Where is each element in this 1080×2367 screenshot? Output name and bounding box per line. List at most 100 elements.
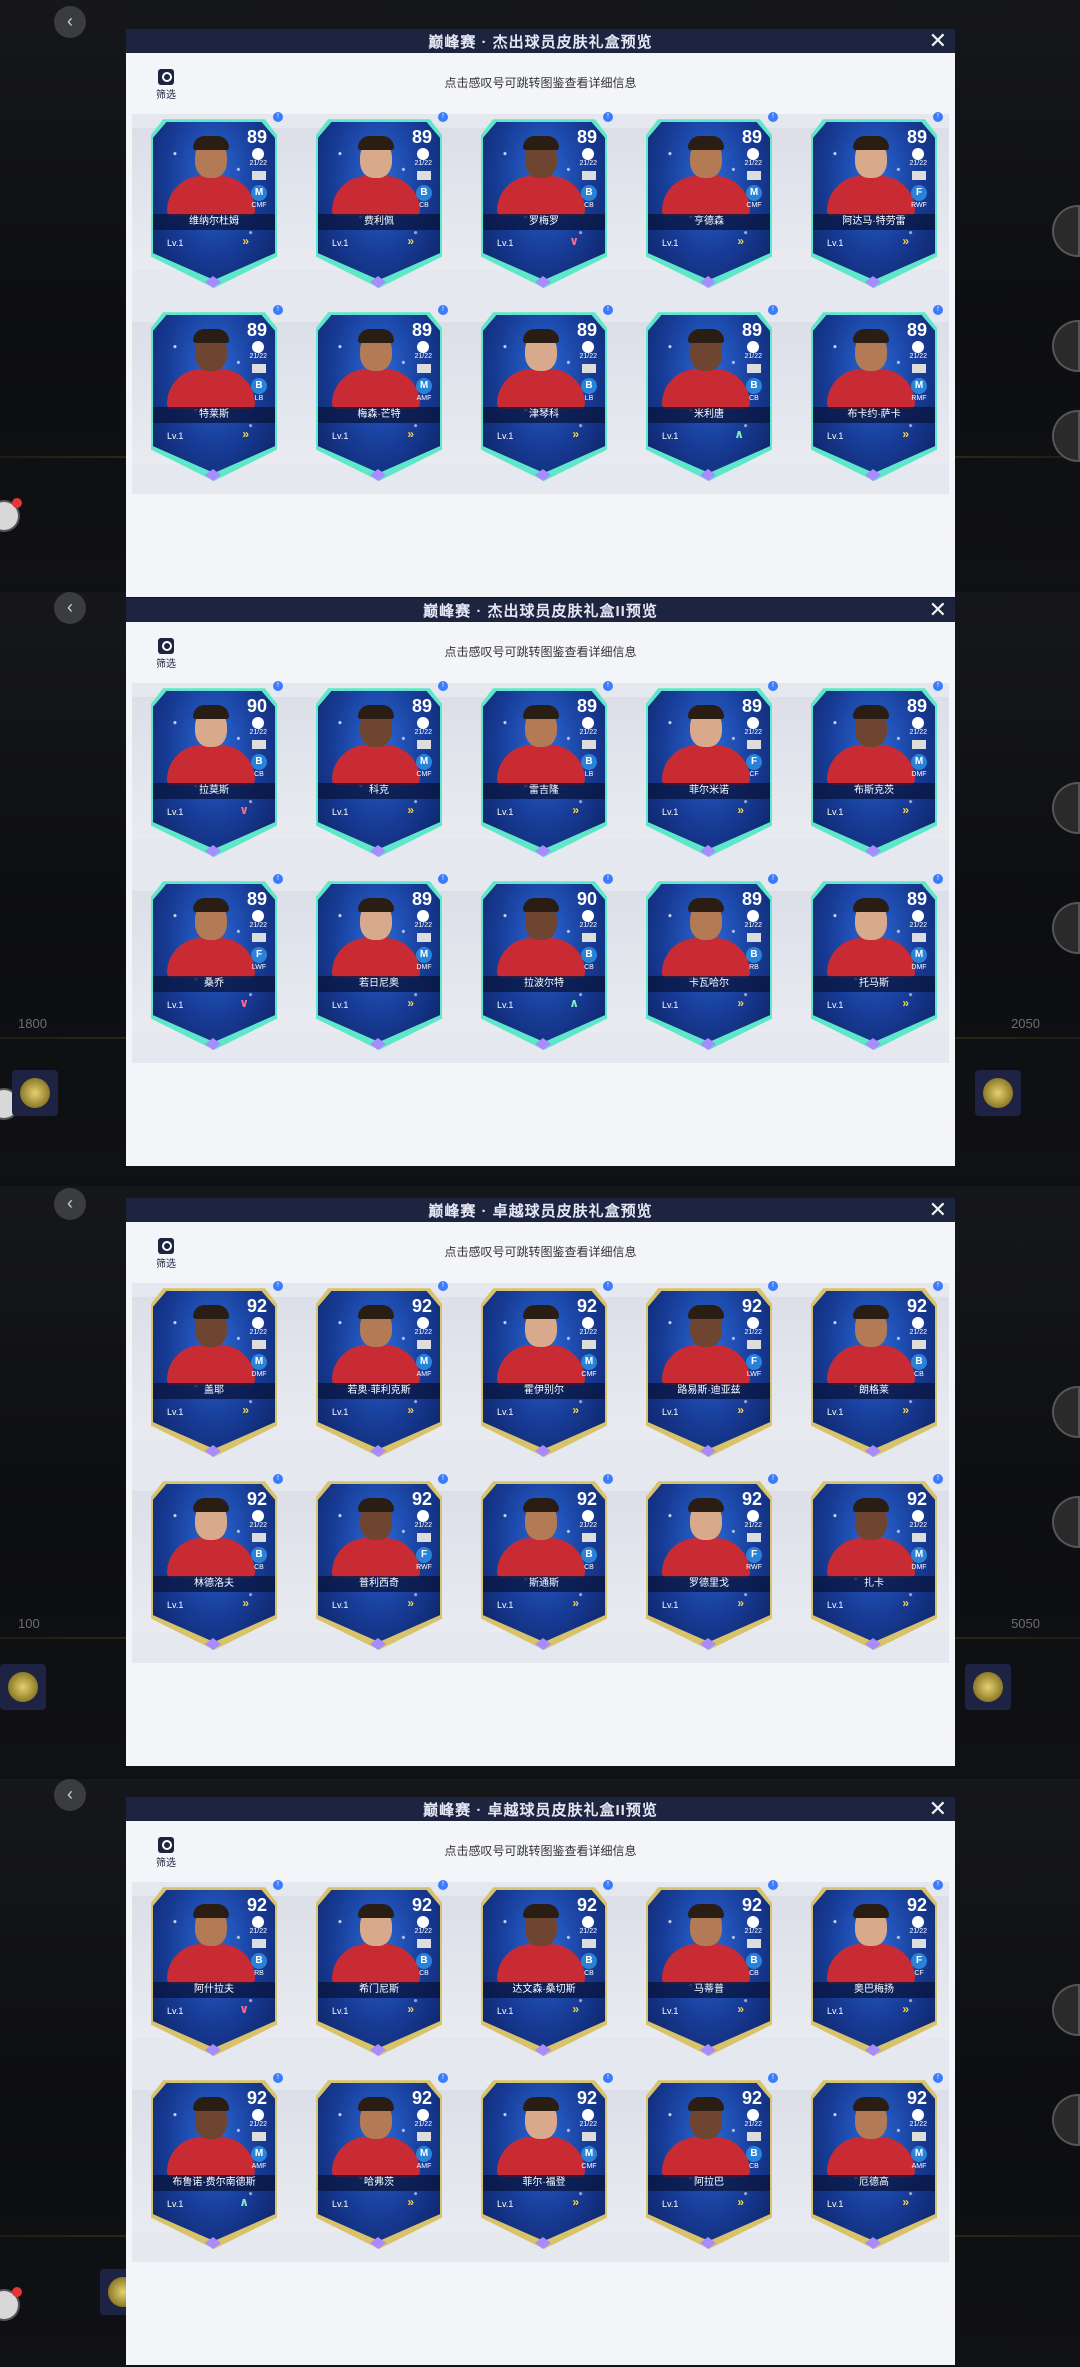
info-icon[interactable]: !	[933, 874, 943, 884]
info-icon[interactable]: !	[768, 1281, 778, 1291]
player-card[interactable]: 89 21/22 M DMF 布斯克茨 Lv.1 » !	[807, 681, 943, 857]
info-icon[interactable]: !	[603, 1474, 613, 1484]
back-arrow-icon[interactable]: ‹	[54, 592, 86, 624]
club-badge-icon	[747, 910, 759, 922]
info-icon[interactable]: !	[603, 1880, 613, 1890]
info-icon[interactable]: !	[273, 1281, 283, 1291]
player-card[interactable]: 92 21/22 B CB 朗格莱 Lv.1 » !	[807, 1281, 943, 1457]
info-icon[interactable]: !	[603, 112, 613, 122]
level-label: Lv.1	[827, 2199, 844, 2209]
player-card[interactable]: 92 21/22 B RB 阿什拉夫 Lv.1 ∨ !	[147, 1880, 283, 2056]
season-label: 21/22	[744, 160, 762, 167]
player-card[interactable]: 92 21/22 F LWF 路易斯·迪亚兹 Lv.1 » !	[642, 1281, 778, 1457]
info-icon[interactable]: !	[768, 681, 778, 691]
info-icon[interactable]: !	[438, 1281, 448, 1291]
level-label: Lv.1	[827, 1000, 844, 1010]
info-icon[interactable]: !	[603, 874, 613, 884]
back-arrow-icon[interactable]: ‹	[54, 1779, 86, 1811]
player-card[interactable]: 90 21/22 B CB 拉波尔特 Lv.1 ∧ !	[477, 874, 613, 1050]
form-arrow-icon: »	[242, 234, 249, 248]
player-card[interactable]: 92 21/22 M CMF 霍伊别尔 Lv.1 » !	[477, 1281, 613, 1457]
info-icon[interactable]: !	[273, 874, 283, 884]
info-icon[interactable]: !	[933, 1281, 943, 1291]
info-icon[interactable]: !	[273, 1880, 283, 1890]
player-card[interactable]: 90 21/22 B CB 拉莫斯 Lv.1 ∨ !	[147, 681, 283, 857]
info-icon[interactable]: !	[273, 2073, 283, 2083]
player-card[interactable]: 92 21/22 F RWF 罗德里戈 Lv.1 » !	[642, 1474, 778, 1650]
player-card[interactable]: 92 21/22 F CF 奥巴梅扬 Lv.1 » !	[807, 1880, 943, 2056]
player-card[interactable]: 89 21/22 M CMF 维纳尔杜姆 Lv.1 » !	[147, 112, 283, 288]
info-icon[interactable]: !	[933, 2073, 943, 2083]
info-icon[interactable]: !	[768, 112, 778, 122]
player-card[interactable]: 89 21/22 M RMF 布卡约·萨卡 Lv.1 » !	[807, 305, 943, 481]
player-card[interactable]: 92 21/22 B CB 斯通斯 Lv.1 » !	[477, 1474, 613, 1650]
info-icon[interactable]: !	[438, 305, 448, 315]
player-name: 盖耶	[153, 1383, 275, 1399]
player-card[interactable]: 92 21/22 B CB 林德洛夫 Lv.1 » !	[147, 1474, 283, 1650]
info-icon[interactable]: !	[768, 2073, 778, 2083]
info-icon[interactable]: !	[933, 1880, 943, 1890]
info-icon[interactable]: !	[438, 2073, 448, 2083]
info-icon[interactable]: !	[933, 1474, 943, 1484]
close-icon[interactable]: ✕	[929, 1198, 947, 1222]
player-card[interactable]: 89 21/22 M DMF 托马斯 Lv.1 » !	[807, 874, 943, 1050]
info-icon[interactable]: !	[273, 1474, 283, 1484]
player-card[interactable]: 89 21/22 M CMF 科克 Lv.1 » !	[312, 681, 448, 857]
player-card[interactable]: 92 21/22 M AMF 布鲁诺·费尔南德斯 Lv.1 ∧ !	[147, 2073, 283, 2249]
player-card[interactable]: 92 21/22 M CMF 菲尔·福登 Lv.1 » !	[477, 2073, 613, 2249]
player-card[interactable]: 89 21/22 B LB 雷吉隆 Lv.1 » !	[477, 681, 613, 857]
position-label: LB	[254, 395, 264, 402]
nation-flag-icon	[747, 171, 761, 180]
side-menu-dot[interactable]	[0, 498, 22, 530]
info-icon[interactable]: !	[768, 305, 778, 315]
close-icon[interactable]: ✕	[929, 598, 947, 622]
player-card[interactable]: 92 21/22 M AMF 哈弗茨 Lv.1 » !	[312, 2073, 448, 2249]
player-card[interactable]: 92 21/22 M DMF 扎卡 Lv.1 » !	[807, 1474, 943, 1650]
info-icon[interactable]: !	[768, 1880, 778, 1890]
close-icon[interactable]: ✕	[929, 1797, 947, 1821]
info-icon[interactable]: !	[273, 681, 283, 691]
player-card[interactable]: 92 21/22 F RWF 普利西奇 Lv.1 » !	[312, 1474, 448, 1650]
back-arrow-icon[interactable]: ‹	[54, 6, 86, 38]
player-card[interactable]: 89 21/22 B LB 津琴科 Lv.1 » !	[477, 305, 613, 481]
player-card[interactable]: 89 21/22 B CB 费利佩 Lv.1 » !	[312, 112, 448, 288]
player-card[interactable]: 92 21/22 B CB 阿拉巴 Lv.1 » !	[642, 2073, 778, 2249]
player-card[interactable]: 92 21/22 M AMF 厄德高 Lv.1 » !	[807, 2073, 943, 2249]
player-card[interactable]: 92 21/22 M AMF 若奥·菲利克斯 Lv.1 » !	[312, 1281, 448, 1457]
side-menu-dot[interactable]	[0, 2287, 22, 2319]
close-icon[interactable]: ✕	[929, 29, 947, 53]
nation-flag-icon	[912, 171, 926, 180]
info-icon[interactable]: !	[933, 112, 943, 122]
player-card[interactable]: 92 21/22 M DMF 盖耶 Lv.1 » !	[147, 1281, 283, 1457]
info-icon[interactable]: !	[933, 681, 943, 691]
player-card[interactable]: 89 21/22 M DMF 若日尼奥 Lv.1 » !	[312, 874, 448, 1050]
player-card[interactable]: 89 21/22 B LB 特莱斯 Lv.1 » !	[147, 305, 283, 481]
player-card[interactable]: 89 21/22 M AMF 梅森·芒特 Lv.1 » !	[312, 305, 448, 481]
player-card[interactable]: 89 21/22 M CMF 亨德森 Lv.1 » !	[642, 112, 778, 288]
player-card[interactable]: 89 21/22 F CF 菲尔米诺 Lv.1 » !	[642, 681, 778, 857]
back-arrow-icon[interactable]: ‹	[54, 1188, 86, 1220]
player-card[interactable]: 89 21/22 B RB 卡瓦哈尔 Lv.1 » !	[642, 874, 778, 1050]
info-icon[interactable]: !	[603, 2073, 613, 2083]
player-card[interactable]: 92 21/22 B CB 达文森·桑切斯 Lv.1 » !	[477, 1880, 613, 2056]
player-name: 梅森·芒特	[318, 407, 440, 423]
info-icon[interactable]: !	[603, 1281, 613, 1291]
player-card[interactable]: 89 21/22 F RWF 阿达马·特劳雷 Lv.1 » !	[807, 112, 943, 288]
info-icon[interactable]: !	[603, 681, 613, 691]
info-icon[interactable]: !	[768, 1474, 778, 1484]
info-icon[interactable]: !	[768, 874, 778, 884]
player-card[interactable]: 92 21/22 B CB 希门尼斯 Lv.1 » !	[312, 1880, 448, 2056]
info-icon[interactable]: !	[273, 305, 283, 315]
info-icon[interactable]: !	[603, 305, 613, 315]
info-icon[interactable]: !	[438, 681, 448, 691]
info-icon[interactable]: !	[933, 305, 943, 315]
player-card[interactable]: 89 21/22 F LWF 桑乔 Lv.1 ∨ !	[147, 874, 283, 1050]
info-icon[interactable]: !	[438, 1474, 448, 1484]
player-card[interactable]: 89 21/22 B CB 米利唐 Lv.1 ∧ !	[642, 305, 778, 481]
player-card[interactable]: 92 21/22 B CB 马蒂普 Lv.1 » !	[642, 1880, 778, 2056]
info-icon[interactable]: !	[438, 874, 448, 884]
player-card[interactable]: 89 21/22 B CB 罗梅罗 Lv.1 ∨ !	[477, 112, 613, 288]
info-icon[interactable]: !	[438, 1880, 448, 1890]
info-icon[interactable]: !	[273, 112, 283, 122]
info-icon[interactable]: !	[438, 112, 448, 122]
